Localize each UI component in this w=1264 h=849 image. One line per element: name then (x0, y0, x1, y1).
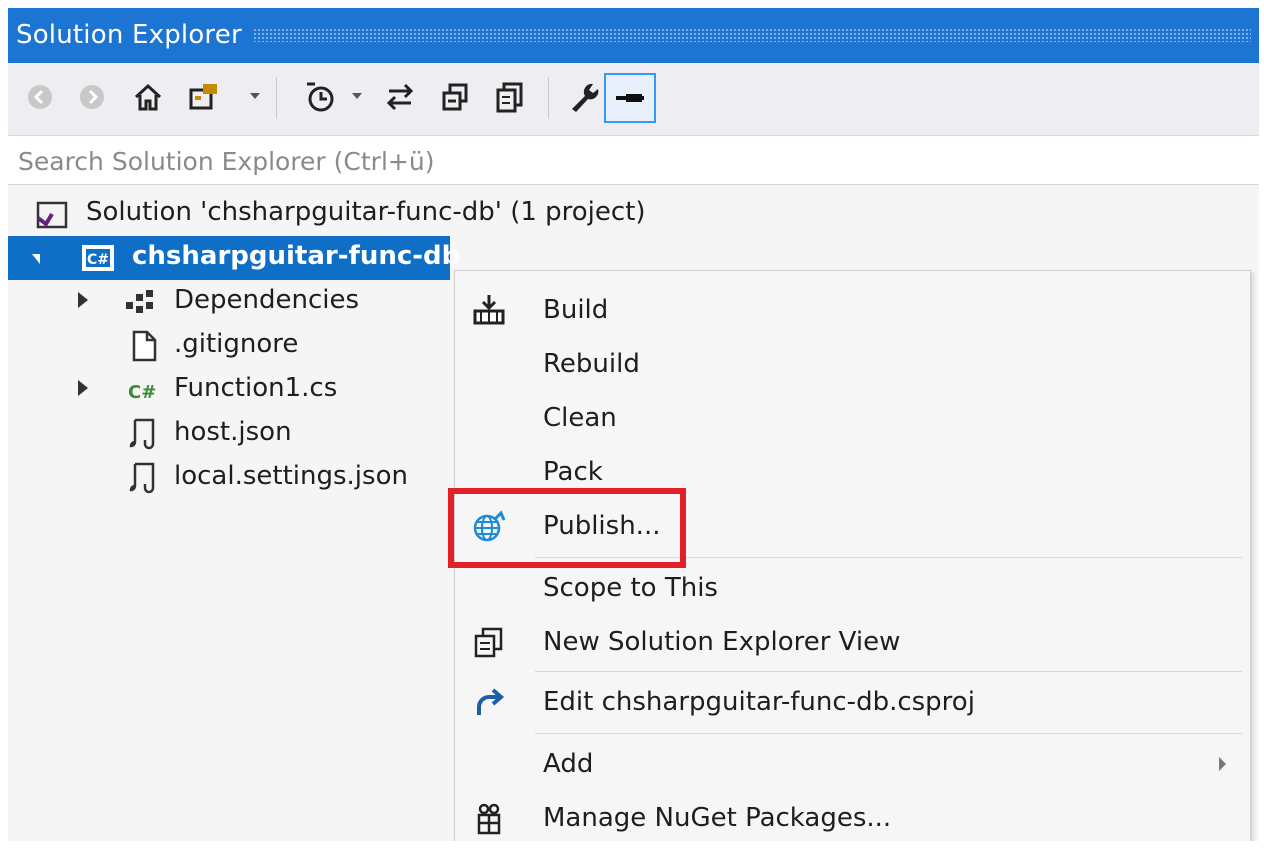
json-file-icon (126, 460, 160, 498)
properties-icon[interactable] (564, 77, 604, 117)
tree-item-label: local.settings.json (174, 461, 408, 491)
menu-item-new-solution-explorer-view[interactable]: New Solution Explorer View (455, 617, 1250, 667)
build-icon (471, 293, 507, 329)
toolbar-separator (548, 77, 549, 119)
menu-item-clean[interactable]: Clean (455, 393, 1250, 443)
title-bar[interactable]: Solution Explorer (8, 8, 1259, 63)
title-grip (253, 28, 1251, 42)
menu-item-label: New Solution Explorer View (543, 627, 901, 657)
menu-separator (535, 671, 1242, 672)
pending-changes-filter-icon[interactable] (300, 77, 340, 117)
menu-separator (535, 733, 1242, 734)
tree-item-label: host.json (174, 417, 292, 447)
project-label: chsharpguitar-func-db (132, 241, 461, 271)
tree-item-label: .gitignore (174, 329, 299, 359)
tree-solution-node[interactable]: Solution 'chsharpguitar-func-db' (1 proj… (8, 192, 1259, 236)
window-title: Solution Explorer (16, 20, 242, 50)
context-menu: Build Rebuild Clean Pack Publish... Scop… (454, 270, 1251, 841)
toolbar (8, 63, 1259, 135)
menu-separator (535, 557, 1242, 558)
menu-item-label: Pack (543, 457, 603, 487)
svg-text:C#: C# (87, 252, 109, 268)
dependencies-icon (124, 288, 158, 322)
menu-item-pack[interactable]: Pack (455, 447, 1250, 497)
menu-item-label: Build (543, 295, 609, 325)
sync-with-document-icon[interactable] (380, 77, 420, 117)
menu-item-add[interactable]: Add (455, 739, 1250, 789)
search-input[interactable] (16, 142, 1220, 180)
pending-changes-dropdown-icon[interactable] (352, 93, 362, 99)
preview-selected-items-icon[interactable] (604, 73, 656, 123)
submenu-arrow-icon (1219, 757, 1226, 771)
expand-arrow-icon[interactable] (78, 380, 88, 396)
show-all-files-icon[interactable] (490, 77, 530, 117)
menu-item-rebuild[interactable]: Rebuild (455, 339, 1250, 389)
menu-item-label: Edit chsharpguitar-func-db.csproj (543, 687, 975, 717)
json-file-icon (126, 416, 160, 454)
csharp-project-icon: C# (80, 242, 116, 278)
menu-item-build[interactable]: Build (455, 285, 1250, 335)
menu-item-scope-to-this[interactable]: Scope to This (455, 563, 1250, 613)
menu-item-label: Scope to This (543, 573, 718, 603)
collapse-arrow-icon[interactable] (32, 254, 40, 264)
menu-item-manage-nuget-packages[interactable]: Manage NuGet Packages... (455, 793, 1250, 841)
forward-icon[interactable] (72, 77, 112, 117)
switch-views-dropdown-icon[interactable] (250, 93, 260, 99)
toolbar-separator (276, 77, 277, 119)
back-icon[interactable] (20, 77, 60, 117)
menu-item-label: Publish... (543, 511, 661, 541)
tree-project-node[interactable]: C# chsharpguitar-func-db (8, 236, 460, 280)
solution-explorer-window: Solution Explorer Search Solution Explor… (8, 8, 1259, 841)
menu-item-label: Rebuild (543, 349, 640, 379)
search-box (8, 135, 1259, 185)
home-icon[interactable] (128, 77, 168, 117)
edit-redo-arrow-icon (471, 685, 507, 721)
collapse-all-icon[interactable] (436, 77, 476, 117)
csharp-file-icon: C# (126, 378, 162, 408)
file-icon (130, 330, 158, 366)
svg-text:C#: C# (128, 382, 156, 403)
switch-views-icon[interactable] (184, 77, 224, 117)
visual-studio-solution-icon (34, 200, 68, 234)
tree-item-label: Function1.cs (174, 373, 338, 403)
menu-item-label: Manage NuGet Packages... (543, 803, 892, 833)
publish-globe-icon (471, 509, 507, 545)
menu-item-publish[interactable]: Publish... (455, 501, 1250, 551)
menu-item-label: Clean (543, 403, 617, 433)
solution-label: Solution 'chsharpguitar-func-db' (1 proj… (86, 197, 646, 227)
menu-item-label: Add (543, 749, 594, 779)
nuget-package-icon (471, 801, 507, 837)
tree-item-label: Dependencies (174, 285, 360, 315)
expand-arrow-icon[interactable] (78, 292, 88, 308)
new-view-icon (471, 625, 507, 661)
menu-item-edit-csproj[interactable]: Edit chsharpguitar-func-db.csproj (455, 677, 1250, 727)
